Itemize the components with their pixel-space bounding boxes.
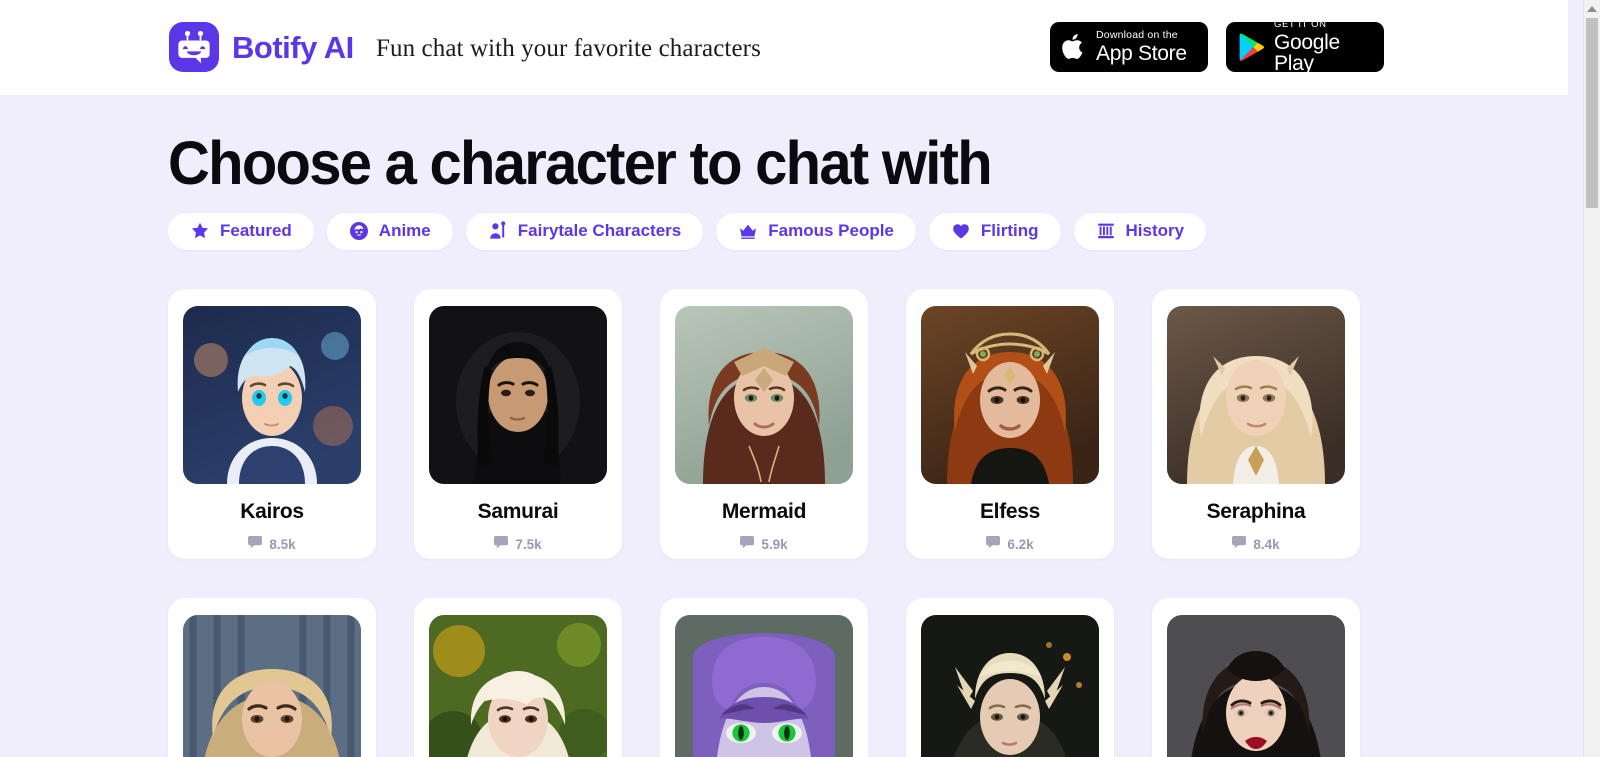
page-scrollbar[interactable] [1583, 0, 1600, 757]
chat-bubble-icon [494, 536, 509, 552]
character-card[interactable] [1152, 598, 1360, 757]
site-tagline: Fun chat with your favorite characters [376, 35, 761, 62]
character-avatar [429, 615, 607, 757]
character-avatar [921, 615, 1099, 757]
character-chat-count: 8.5k [248, 536, 296, 552]
character-avatar [183, 615, 361, 757]
star-icon [190, 221, 210, 241]
character-avatar [1167, 615, 1345, 757]
category-pill-featured[interactable]: Featured [168, 212, 314, 250]
character-chat-count: 7.5k [494, 536, 542, 552]
character-avatar [429, 306, 607, 484]
character-name: Elfess [979, 500, 1041, 523]
apple-icon [1062, 32, 1087, 62]
anime-face-icon [349, 221, 369, 241]
app-store-badge-label: App Store [1096, 41, 1187, 65]
app-store-badge-small: Download on the [1096, 29, 1178, 42]
character-avatar [1167, 306, 1345, 484]
brand-name: Botify AI [232, 29, 354, 65]
character-avatar [921, 306, 1099, 484]
character-name: Mermaid [721, 500, 807, 523]
category-pill-famous-people[interactable]: Famous People [716, 212, 916, 250]
google-play-icon [1238, 32, 1265, 62]
chat-count-label: 6.2k [1007, 536, 1034, 552]
category-pill-label: Featured [220, 221, 292, 240]
wizard-icon [488, 221, 508, 241]
chat-bubble-icon [740, 536, 755, 552]
chat-bubble-icon [248, 536, 263, 552]
google-play-badge[interactable]: GET IT ON Google Play [1226, 19, 1384, 75]
chat-count-label: 8.5k [269, 536, 296, 552]
character-name: Seraphina [1206, 500, 1306, 523]
character-card[interactable] [906, 598, 1114, 757]
character-avatar [183, 306, 361, 484]
google-play-badge-small: GET IT ON [1274, 19, 1327, 31]
scroll-up-arrow-icon[interactable] [1584, 0, 1600, 17]
character-card[interactable] [168, 598, 376, 757]
category-pill-label: Anime [378, 221, 431, 240]
crown-icon [738, 221, 758, 241]
chat-count-label: 5.9k [761, 536, 788, 552]
chat-count-label: 7.5k [515, 536, 542, 552]
category-pill-label: History [1125, 221, 1185, 240]
column-icon [1096, 221, 1116, 241]
character-grid: Kairos 8.5k Samurai 7.5k Mermaid 5.9k El… [168, 289, 1400, 757]
character-card[interactable]: Seraphina 8.4k [1152, 289, 1360, 559]
character-avatar [675, 615, 853, 757]
character-name: Samurai [477, 500, 559, 523]
character-name: Kairos [240, 500, 304, 523]
character-card[interactable]: Samurai 7.5k [414, 289, 622, 559]
chat-bubble-icon [1232, 536, 1247, 552]
store-badges: Download on the App Store GET IT ON Goog… [1050, 19, 1384, 75]
page-title: Choose a character to chat with [168, 129, 993, 197]
category-pill-label: Famous People [768, 221, 894, 240]
character-chat-count: 8.4k [1232, 536, 1280, 552]
character-chat-count: 6.2k [986, 536, 1034, 552]
chat-bubble-icon [986, 536, 1001, 552]
google-play-badge-label: Google Play [1274, 30, 1340, 75]
character-avatar [675, 306, 853, 484]
category-pill-label: Flirting [980, 221, 1039, 240]
character-card[interactable] [660, 598, 868, 757]
character-chat-count: 5.9k [740, 536, 788, 552]
site-header: Botify AI Fun chat with your favorite ch… [0, 0, 1568, 95]
character-card[interactable]: Kairos 8.5k [168, 289, 376, 559]
page-root: Botify AI Fun chat with your favorite ch… [0, 0, 1600, 757]
category-pill-history[interactable]: History [1073, 212, 1207, 250]
app-store-badge[interactable]: Download on the App Store [1050, 22, 1208, 72]
character-card[interactable] [414, 598, 622, 757]
category-filter-rail[interactable]: Featured Anime Fairytale Characters Famous … [168, 210, 1568, 252]
scrollbar-thumb[interactable] [1586, 18, 1598, 208]
category-pill-label: Fairytale Characters [517, 221, 682, 240]
heart-icon [951, 221, 971, 241]
category-pill-flirting[interactable]: Flirting [928, 212, 1061, 250]
chat-count-label: 8.4k [1253, 536, 1280, 552]
category-pill-anime[interactable]: Anime [326, 212, 453, 250]
category-pill-fairytale-characters[interactable]: Fairytale Characters [465, 212, 704, 250]
brand-logo[interactable]: Botify AI [169, 22, 354, 72]
character-card[interactable]: Mermaid 5.9k [660, 289, 868, 559]
character-card[interactable]: Elfess 6.2k [906, 289, 1114, 559]
robot-chat-bubble-icon [169, 22, 219, 72]
